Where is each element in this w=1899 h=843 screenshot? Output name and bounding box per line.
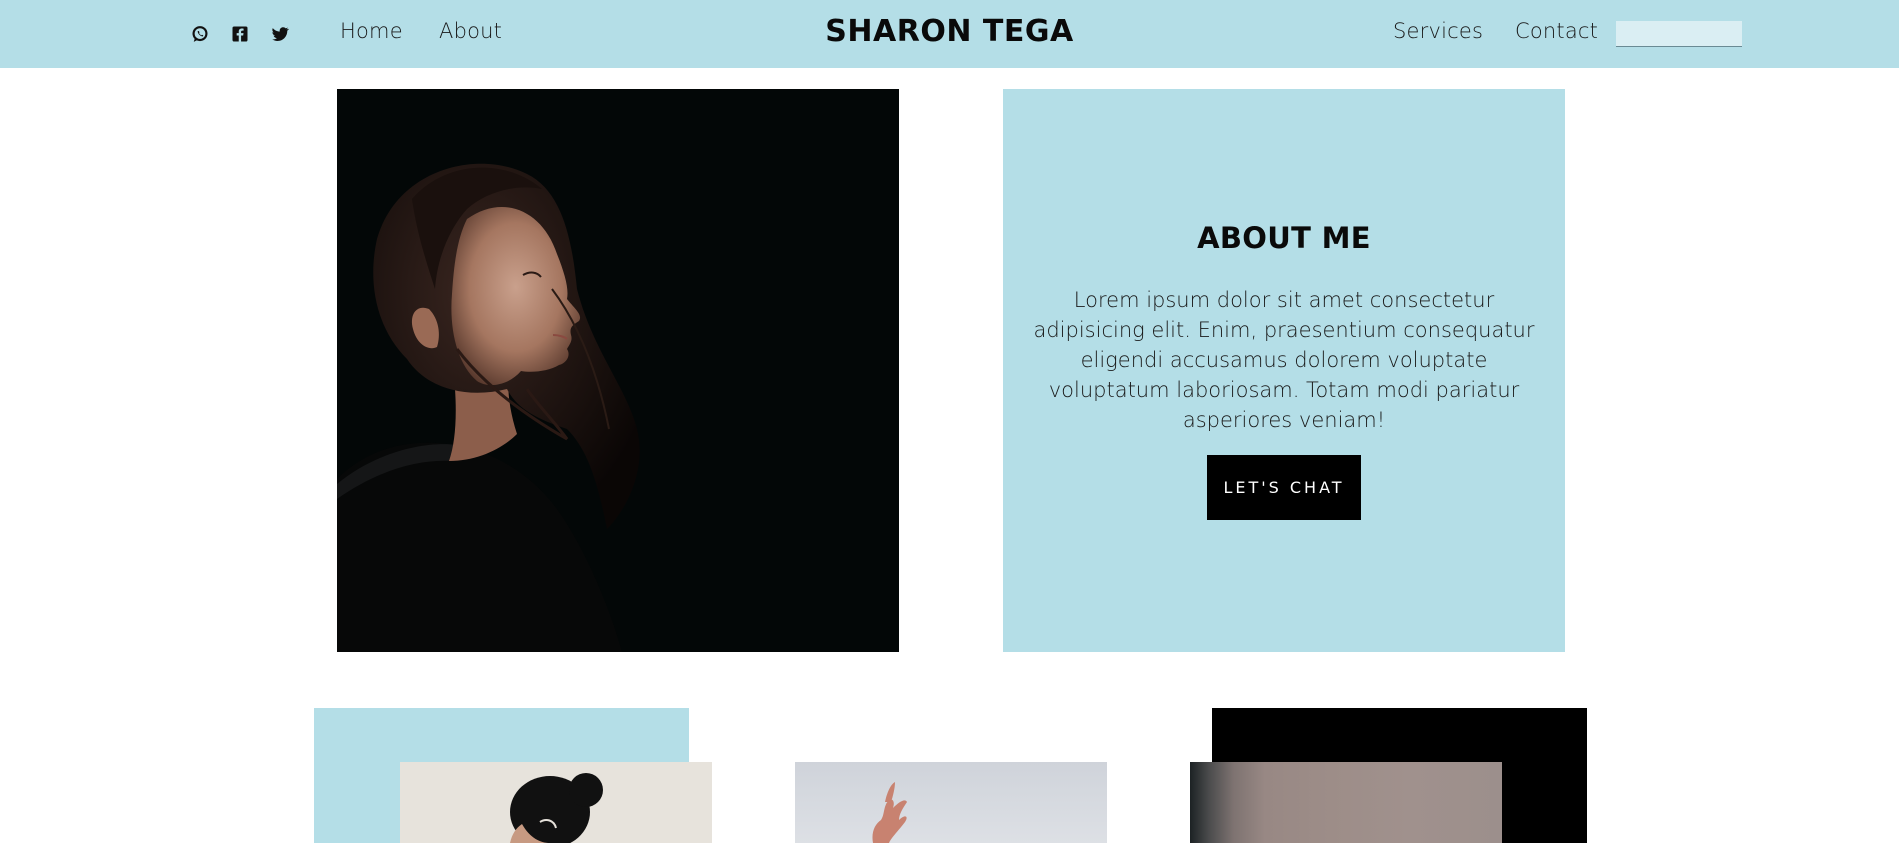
gallery-photo-1 — [400, 762, 712, 843]
nav-link-home[interactable]: Home — [340, 19, 403, 43]
facebook-icon-graphic — [232, 26, 248, 42]
twitter-icon-graphic — [272, 27, 289, 41]
whatsapp-icon-graphic — [192, 26, 208, 42]
gallery-photo-2 — [795, 762, 1107, 843]
nav-link-services[interactable]: Services — [1393, 19, 1483, 43]
facebook-icon[interactable] — [228, 22, 252, 46]
about-title: ABOUT ME — [1197, 221, 1371, 255]
gallery-photo-2-illustration — [872, 782, 907, 843]
twitter-icon[interactable] — [268, 22, 292, 46]
whatsapp-icon[interactable] — [188, 22, 212, 46]
portrait-illustration — [337, 163, 640, 652]
gallery-photo-3 — [1190, 762, 1502, 843]
portrait-photo — [337, 89, 899, 652]
lets-chat-button[interactable]: LET'S CHAT — [1207, 455, 1361, 520]
gallery-photo-1-illustration — [510, 773, 603, 843]
about-description: Lorem ipsum dolor sit amet consectetur a… — [1033, 288, 1535, 432]
nav-link-contact[interactable]: Contact — [1515, 19, 1598, 43]
search-input[interactable] — [1616, 21, 1742, 47]
about-card: ABOUT ME Lorem ipsum dolor sit amet cons… — [1003, 89, 1565, 652]
top-nav: Home About SHARON TEGA Services Contact — [0, 0, 1899, 68]
nav-link-about[interactable]: About — [439, 19, 502, 43]
